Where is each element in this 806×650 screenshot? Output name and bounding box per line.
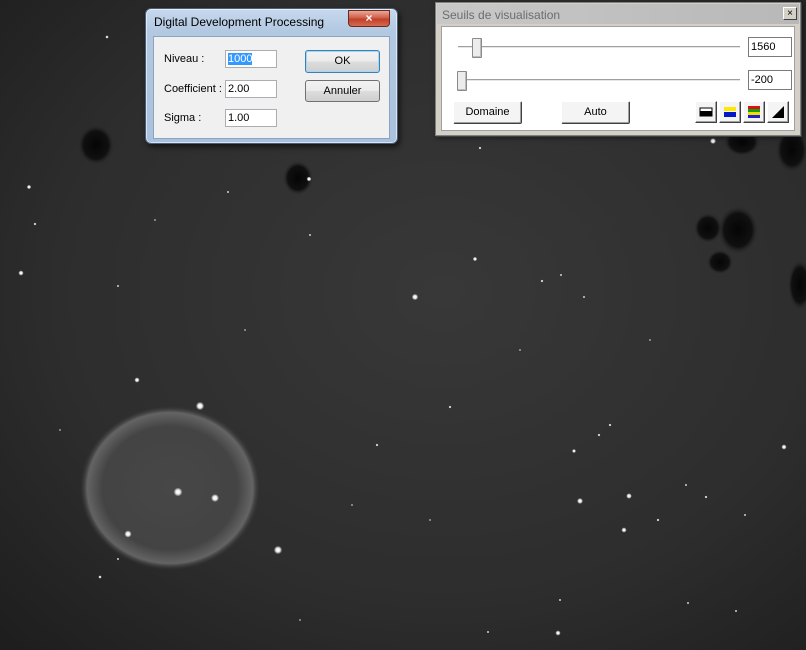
niveau-value: 1000 (228, 53, 253, 65)
star (608, 423, 612, 427)
star (686, 601, 690, 605)
high-threshold-field[interactable]: 1560 (748, 37, 792, 57)
dark-artifact (78, 125, 114, 165)
low-threshold-slider[interactable] (457, 71, 467, 91)
star (478, 146, 482, 150)
star (116, 557, 120, 561)
star (621, 527, 627, 533)
yellow-blue-palette-button[interactable] (719, 101, 741, 123)
niveau-field[interactable]: 1000 (225, 50, 277, 68)
seuils-window: Seuils de visualisation × 1560 -200 Doma… (435, 2, 801, 136)
star (577, 498, 583, 504)
star (656, 518, 660, 522)
star (211, 494, 219, 502)
star (26, 184, 32, 190)
star (472, 256, 478, 262)
star (273, 545, 283, 555)
gradient-ramp-icon (772, 106, 784, 118)
star (626, 493, 632, 499)
coefficient-field[interactable]: 2.00 (225, 80, 277, 98)
star (154, 219, 156, 221)
star (173, 487, 183, 497)
star (558, 598, 562, 602)
star (226, 190, 230, 194)
dark-artifact (718, 206, 758, 254)
gradient-ramp-button[interactable] (767, 101, 789, 123)
star (486, 630, 490, 634)
star (582, 295, 586, 299)
ddp-dialog: Digital Development Processing × Niveau … (145, 8, 398, 144)
star (734, 609, 738, 613)
star (540, 279, 544, 283)
nebula (80, 406, 260, 570)
auto-button[interactable]: Auto (561, 101, 630, 124)
star (448, 405, 452, 409)
rainbow-palette-icon (748, 106, 760, 118)
cancel-button[interactable]: Annuler (305, 80, 380, 102)
star (429, 519, 431, 521)
star (134, 377, 140, 383)
star (306, 176, 312, 182)
star (18, 270, 24, 276)
star (98, 575, 102, 579)
black-white-palette-button[interactable] (695, 101, 717, 123)
star (195, 401, 205, 411)
star (244, 329, 246, 331)
star (781, 444, 787, 450)
ok-button[interactable]: OK (305, 50, 380, 73)
rainbow-palette-button[interactable] (743, 101, 765, 123)
star (116, 284, 120, 288)
dialog-body: Niveau : 1000 Coefficient : 2.00 Sigma :… (153, 36, 390, 139)
dialog-title: Digital Development Processing (154, 15, 325, 29)
window-body: 1560 -200 Domaine Auto (441, 26, 795, 131)
star (59, 429, 61, 431)
domain-button[interactable]: Domaine (453, 101, 522, 124)
sigma-field[interactable]: 1.00 (225, 109, 277, 127)
star (33, 222, 37, 226)
dark-artifact (707, 250, 733, 274)
star (519, 349, 521, 351)
star (572, 449, 576, 453)
star (559, 273, 563, 277)
low-threshold-track[interactable] (458, 79, 740, 82)
window-titlebar[interactable]: Seuils de visualisation × (437, 4, 799, 24)
niveau-label: Niveau : (164, 53, 205, 65)
coefficient-label: Coefficient : (164, 83, 222, 95)
sigma-label: Sigma : (164, 112, 202, 124)
star (704, 495, 708, 499)
star (351, 504, 353, 506)
low-threshold-field[interactable]: -200 (748, 70, 792, 90)
star (308, 233, 312, 237)
high-threshold-track[interactable] (458, 46, 740, 49)
high-threshold-slider[interactable] (472, 38, 482, 58)
black-white-palette-icon (699, 107, 713, 117)
yellow-blue-palette-icon (724, 107, 736, 117)
star (411, 293, 419, 301)
star (597, 433, 601, 437)
star (684, 483, 688, 487)
close-button[interactable]: × (348, 10, 390, 27)
window-title: Seuils de visualisation (442, 8, 561, 22)
star (555, 630, 561, 636)
dark-artifact (694, 213, 722, 243)
star (743, 513, 747, 517)
star (649, 339, 651, 341)
star (105, 35, 109, 39)
star (124, 530, 132, 538)
close-button[interactable]: × (783, 7, 797, 20)
star (299, 619, 301, 621)
star (375, 443, 379, 447)
star (710, 138, 716, 144)
